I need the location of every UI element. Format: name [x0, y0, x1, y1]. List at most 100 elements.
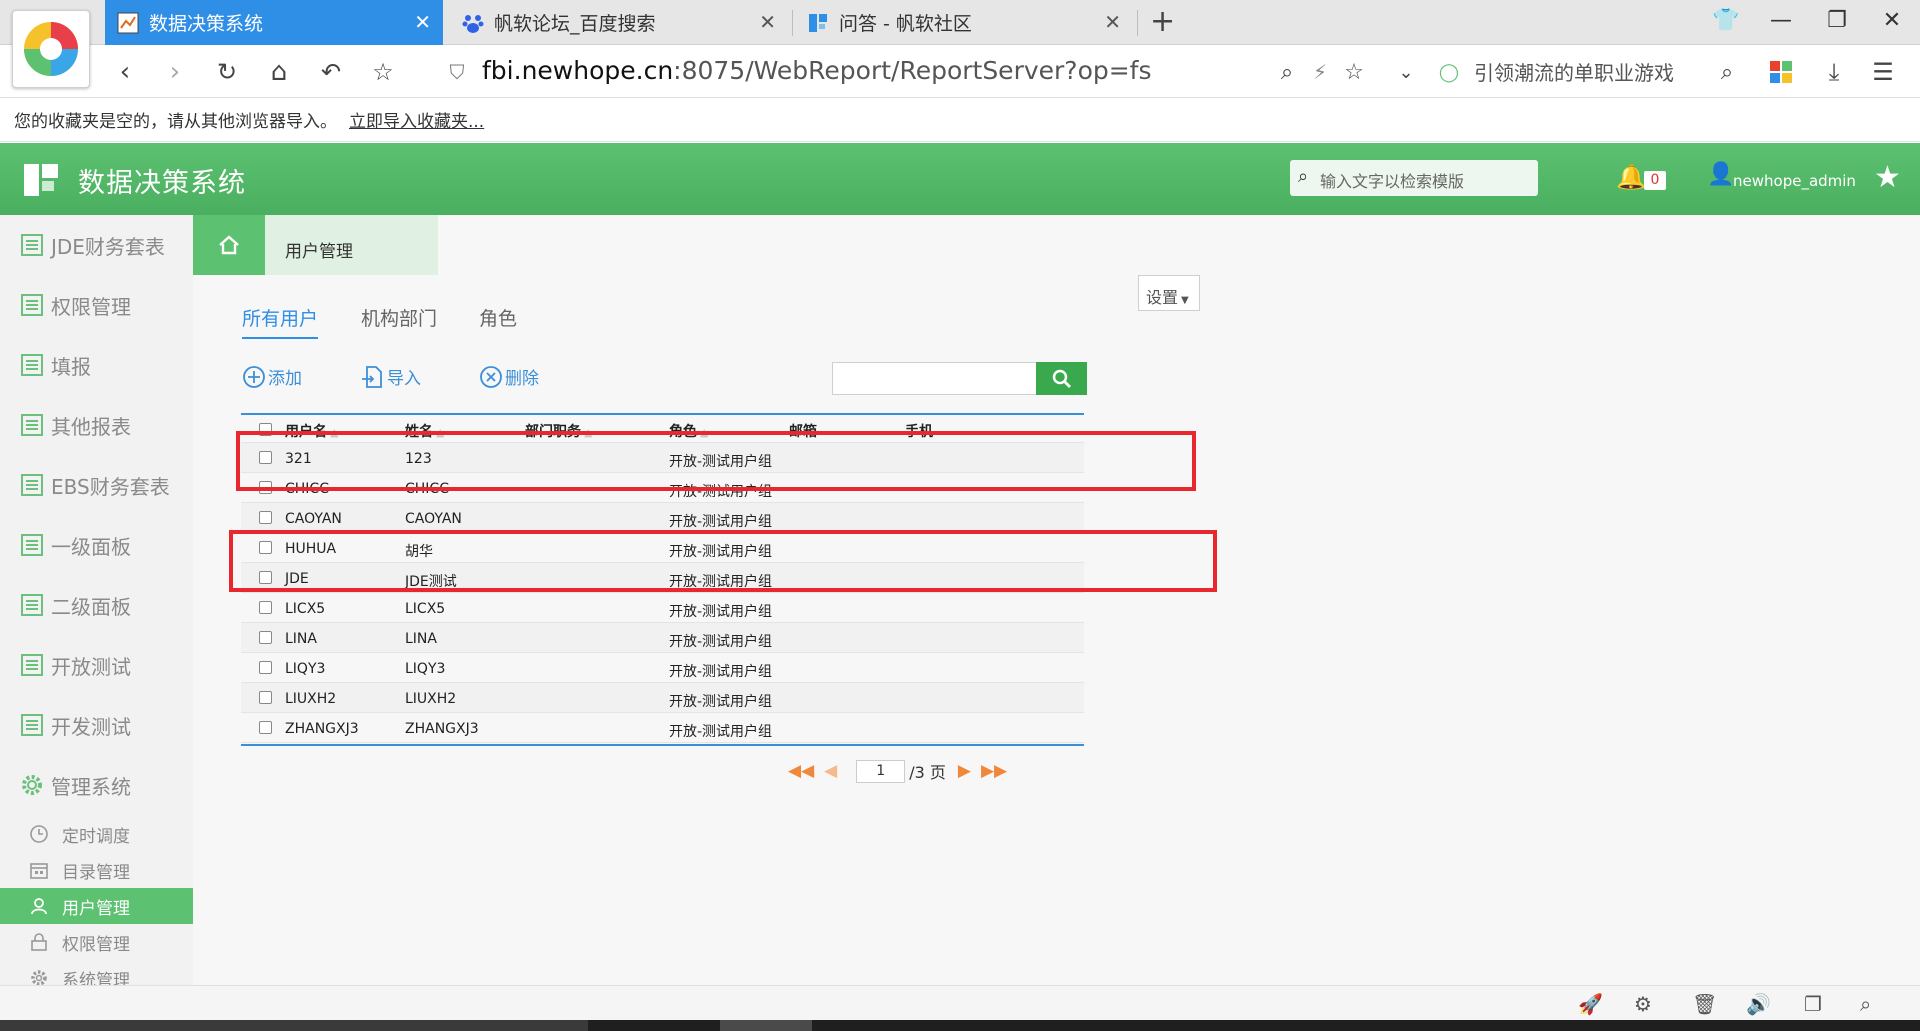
menu-icon[interactable]: ☰	[1866, 55, 1900, 89]
notification-count-badge[interactable]: 0	[1644, 171, 1666, 190]
user-filter-input[interactable]	[832, 362, 1037, 395]
table-row[interactable]: HUHUA 胡华 开放-测试用户组	[241, 533, 1084, 563]
download-icon[interactable]: ⤓	[1817, 55, 1851, 89]
sidebar-subitem-schedule[interactable]: 定时调度	[0, 816, 193, 852]
sort-icon[interactable]: ▲	[330, 426, 338, 439]
row-checkbox[interactable]	[259, 691, 272, 704]
undo-icon[interactable]: ↶	[314, 55, 348, 89]
table-row[interactable]: LINA LINA 开放-测试用户组	[241, 623, 1084, 653]
taskbar-app-button[interactable]	[720, 1020, 812, 1031]
back-icon[interactable]: ‹	[108, 55, 142, 89]
delete-button[interactable]: 删除	[479, 364, 539, 389]
header-department[interactable]: 部门职务 ▲	[525, 421, 592, 441]
taskbar-start-area[interactable]	[0, 1020, 588, 1031]
header-role[interactable]: 角色 ▲	[669, 421, 708, 441]
close-window-icon[interactable]: ✕	[1877, 8, 1907, 33]
select-all-checkbox[interactable]	[259, 423, 272, 436]
table-row[interactable]: CHICC CHICC 开放-测试用户组	[241, 473, 1084, 503]
forward-icon[interactable]: ›	[158, 55, 192, 89]
lightning-icon[interactable]: ⚡	[1303, 55, 1337, 89]
home-icon[interactable]: ⌂	[262, 55, 296, 89]
table-row[interactable]: LIUXH2 LIUXH2 开放-测试用户组	[241, 683, 1084, 713]
row-checkbox[interactable]	[259, 661, 272, 674]
sidebar-item-jde-finance[interactable]: JDE财务套表	[0, 215, 193, 275]
row-checkbox[interactable]	[259, 571, 272, 584]
table-row[interactable]: LIQY3 LIQY3 开放-测试用户组	[241, 653, 1084, 683]
search-engine-box[interactable]: 引领潮流的单职业游戏	[1474, 57, 1674, 86]
chevron-down-icon[interactable]: ⌄	[1389, 55, 1423, 89]
tab-fanruan-community[interactable]: 问答 - 帆软社区 ✕	[795, 0, 1133, 45]
close-icon[interactable]: ✕	[1104, 10, 1121, 34]
row-checkbox[interactable]	[259, 631, 272, 644]
header-username[interactable]: 用户名 ▲	[285, 421, 338, 441]
prev-page-icon[interactable]: ◀	[824, 761, 837, 781]
favorites-star-icon[interactable]: ★	[1874, 160, 1901, 195]
home-tab[interactable]	[193, 215, 265, 275]
trash-icon[interactable]: 🗑	[1692, 992, 1717, 1016]
shirt-skin-icon[interactable]: 👕	[1711, 8, 1741, 33]
sidebar-item-open-test[interactable]: 开放测试	[0, 635, 193, 695]
close-icon[interactable]: ✕	[414, 10, 431, 34]
tab-data-decision[interactable]: 数据决策系统 ✕	[105, 0, 443, 45]
bookmark-star-icon[interactable]: ☆	[1337, 55, 1371, 89]
rocket-icon[interactable]: 🚀	[1578, 992, 1603, 1016]
sidebar-subitem-user-management[interactable]: 用户管理	[0, 888, 193, 924]
first-page-icon[interactable]: ◀◀	[788, 761, 814, 781]
sidebar-item-ebs-finance[interactable]: EBS财务套表	[0, 455, 193, 515]
address-bar[interactable]: fbi.newhope.cn:8075/WebReport/ReportServ…	[482, 56, 1152, 85]
sidebar-subitem-permission[interactable]: 权限管理	[0, 924, 193, 960]
header-name[interactable]: 姓名 ▲	[405, 421, 444, 441]
import-button[interactable]: 导入	[361, 364, 421, 389]
search-icon[interactable]: ⌕	[1710, 55, 1744, 89]
sidebar-item-management-system[interactable]: 管理系统	[0, 755, 193, 815]
sort-icon[interactable]: ▲	[584, 426, 592, 439]
zoom-icon[interactable]: ⌕	[1270, 55, 1304, 89]
sidebar-subitem-system[interactable]: 系统管理	[0, 960, 193, 985]
row-checkbox[interactable]	[259, 541, 272, 554]
sidebar-item-level2-panel[interactable]: 二级面板	[0, 575, 193, 635]
user-icon[interactable]: 👤	[1707, 162, 1734, 187]
sidebar-item-level1-panel[interactable]: 一级面板	[0, 515, 193, 575]
tab-user-management[interactable]: 用户管理	[265, 215, 438, 275]
row-checkbox[interactable]	[259, 451, 272, 464]
sidebar-item-fill-report[interactable]: 填报	[0, 335, 193, 395]
sidebar-item-dev-test[interactable]: 开发测试	[0, 695, 193, 755]
new-tab-button[interactable]: +	[1150, 4, 1175, 39]
favorite-star-icon[interactable]: ☆	[366, 55, 400, 89]
sidebar-item-other-reports[interactable]: 其他报表	[0, 395, 193, 455]
bell-icon[interactable]: 🔔	[1616, 163, 1646, 191]
speed-icon[interactable]: ⚙	[1634, 992, 1652, 1016]
table-row[interactable]: JDE JDE测试 开放-测试用户组	[241, 563, 1084, 593]
page-number-input[interactable]: 1	[856, 759, 906, 783]
last-page-icon[interactable]: ▶▶	[981, 761, 1007, 781]
minimize-icon[interactable]: —	[1766, 8, 1796, 33]
refresh-icon[interactable]: ↻	[210, 55, 244, 89]
table-row[interactable]: ZHANGXJ3 ZHANGXJ3 开放-测试用户组	[241, 713, 1084, 743]
row-checkbox[interactable]	[259, 511, 272, 524]
template-search-input[interactable]: ⌕ 输入文字以检索模版	[1290, 160, 1538, 196]
username[interactable]: newhope_admin	[1733, 172, 1856, 190]
table-row[interactable]: CAOYAN CAOYAN 开放-测试用户组	[241, 503, 1084, 533]
apps-grid-icon[interactable]	[1764, 55, 1798, 89]
next-page-icon[interactable]: ▶	[958, 761, 971, 781]
row-checkbox[interactable]	[259, 601, 272, 614]
settings-dropdown-button[interactable]: 设置 ▼	[1138, 275, 1200, 311]
security-shield-icon[interactable]: ⛉	[440, 55, 474, 89]
zoom-icon[interactable]: ⌕	[1860, 992, 1871, 1016]
add-user-button[interactable]: 添加	[242, 364, 302, 389]
window-icon[interactable]: ❐	[1804, 992, 1822, 1016]
import-bookmarks-link[interactable]: 立即导入收藏夹...	[349, 112, 484, 132]
restore-icon[interactable]: ❐	[1822, 8, 1852, 33]
table-row[interactable]: 321 123 开放-测试用户组	[241, 443, 1084, 473]
user-search-button[interactable]	[1036, 362, 1087, 395]
sidebar-subitem-directory[interactable]: 目录管理	[0, 852, 193, 888]
tab-baidu-search[interactable]: 帆软论坛_百度搜索 ✕	[450, 0, 788, 45]
row-checkbox[interactable]	[259, 481, 272, 494]
tab-departments[interactable]: 机构部门	[361, 304, 437, 331]
sidebar-item-permission[interactable]: 权限管理	[0, 275, 193, 335]
sort-icon[interactable]: ▲	[700, 426, 708, 439]
close-icon[interactable]: ✕	[759, 10, 776, 34]
sort-icon[interactable]: ▲	[436, 426, 444, 439]
row-checkbox[interactable]	[259, 721, 272, 734]
tab-roles[interactable]: 角色	[479, 304, 517, 331]
